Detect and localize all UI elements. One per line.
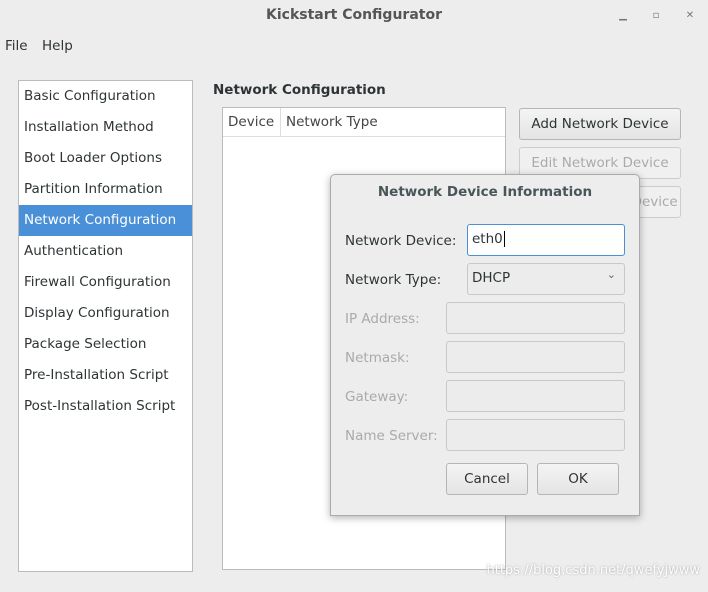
ok-button[interactable]: OK bbox=[537, 463, 619, 495]
menu-help[interactable]: Help bbox=[42, 37, 73, 55]
sidebar-item-authentication[interactable]: Authentication bbox=[19, 236, 192, 267]
ip-address-label: IP Address: bbox=[345, 311, 420, 327]
sidebar-item-firewall[interactable]: Firewall Configuration bbox=[19, 267, 192, 298]
add-network-device-button[interactable]: Add Network Device bbox=[519, 108, 681, 140]
netmask-label: Netmask: bbox=[345, 350, 410, 366]
sidebar-item-network[interactable]: Network Configuration bbox=[19, 205, 192, 236]
name-server-label: Name Server: bbox=[345, 428, 438, 444]
close-icon[interactable]: ✕ bbox=[682, 8, 698, 24]
netmask-input bbox=[446, 341, 625, 373]
sidebar-item-partition[interactable]: Partition Information bbox=[19, 174, 192, 205]
menu-file[interactable]: File bbox=[5, 37, 28, 55]
sidebar: Basic Configuration Installation Method … bbox=[18, 80, 193, 572]
section-title: Network Configuration bbox=[213, 82, 386, 98]
network-type-value: DHCP bbox=[472, 270, 511, 286]
network-device-dialog: Network Device Information Network Devic… bbox=[330, 174, 640, 516]
minimize-icon[interactable]: ▁ bbox=[615, 8, 631, 24]
sidebar-item-display[interactable]: Display Configuration bbox=[19, 298, 192, 329]
chevron-down-icon: ⌄ bbox=[606, 268, 616, 281]
network-device-input[interactable]: eth0 bbox=[467, 224, 625, 256]
sidebar-item-install-method[interactable]: Installation Method bbox=[19, 112, 192, 143]
network-type-select[interactable]: DHCP ⌄ bbox=[467, 263, 625, 295]
column-network-type[interactable]: Network Type bbox=[281, 108, 378, 136]
network-device-label: Network Device: bbox=[345, 233, 457, 249]
network-device-value: eth0 bbox=[472, 231, 503, 247]
window-title: Kickstart Configurator bbox=[266, 7, 442, 23]
gateway-input bbox=[446, 380, 625, 412]
cancel-button[interactable]: Cancel bbox=[446, 463, 528, 495]
gateway-label: Gateway: bbox=[345, 389, 409, 405]
sidebar-item-basic[interactable]: Basic Configuration bbox=[19, 81, 192, 112]
sidebar-item-pre-script[interactable]: Pre-Installation Script bbox=[19, 360, 192, 391]
column-device[interactable]: Device bbox=[223, 108, 281, 136]
network-type-label: Network Type: bbox=[345, 272, 442, 288]
dialog-title: Network Device Information bbox=[377, 184, 593, 200]
ip-address-input bbox=[446, 302, 625, 334]
sidebar-item-boot-loader[interactable]: Boot Loader Options bbox=[19, 143, 192, 174]
maximize-icon[interactable]: ▫ bbox=[648, 8, 664, 24]
name-server-input bbox=[446, 419, 625, 451]
sidebar-item-post-script[interactable]: Post-Installation Script bbox=[19, 391, 192, 422]
sidebar-item-packages[interactable]: Package Selection bbox=[19, 329, 192, 360]
watermark: https://blog.csdn.net/qwefyjwww bbox=[486, 563, 701, 578]
